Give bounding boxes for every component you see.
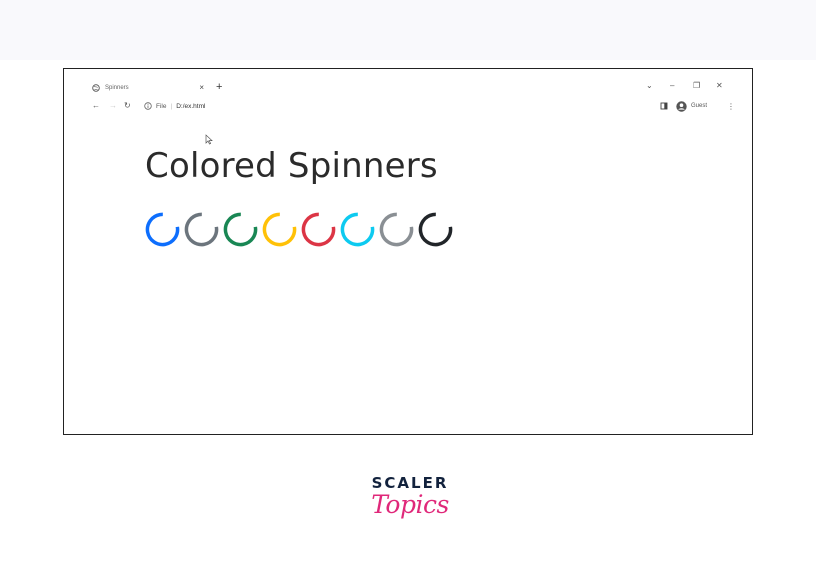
browser-tab[interactable]: Spinners × — [92, 81, 210, 95]
spinner-row — [145, 212, 453, 248]
spinner-danger — [301, 212, 336, 247]
new-tab-button[interactable]: + — [216, 80, 222, 94]
top-background-band — [0, 0, 816, 60]
more-menu-icon[interactable]: ⋮ — [727, 102, 735, 111]
spinner-light — [379, 212, 414, 247]
address-divider: | — [170, 102, 173, 110]
spinner-warning — [262, 212, 297, 247]
scheme-label: File — [156, 102, 167, 110]
minimize-icon[interactable]: – — [670, 80, 674, 92]
spinner-secondary — [184, 212, 219, 247]
profile-avatar-icon[interactable] — [676, 100, 687, 112]
toolbar-right: Guest ⋮ — [660, 100, 735, 112]
browser-window: Spinners × + ⌄ – ❐ ✕ ← → ↻ File | D:/ex.… — [63, 68, 753, 435]
globe-icon — [92, 84, 100, 92]
side-panel-icon[interactable] — [660, 102, 668, 110]
tab-close-icon[interactable]: × — [199, 83, 204, 93]
scaler-topics-logo: SCALER Topics — [340, 474, 480, 519]
logo-topics-text: Topics — [371, 490, 449, 519]
back-arrow-icon[interactable]: ← — [92, 100, 100, 112]
spinner-info — [340, 212, 375, 247]
tab-search-icon[interactable]: ⌄ — [646, 80, 653, 92]
reload-icon[interactable]: ↻ — [124, 100, 131, 112]
spinner-primary — [145, 212, 180, 247]
spinner-dark — [418, 212, 453, 247]
info-icon[interactable] — [144, 102, 152, 110]
spinner-success — [223, 212, 258, 247]
page-heading: Colored Spinners — [145, 146, 438, 186]
restore-icon[interactable]: ❐ — [693, 80, 700, 92]
forward-arrow-icon[interactable]: → — [109, 100, 117, 112]
url-text[interactable]: D:/ex.html — [176, 103, 205, 110]
address-bar[interactable]: File | D:/ex.html — [144, 100, 205, 112]
profile-label[interactable]: Guest — [691, 103, 707, 109]
tab-title: Spinners — [105, 85, 129, 91]
close-window-icon[interactable]: ✕ — [716, 80, 723, 92]
